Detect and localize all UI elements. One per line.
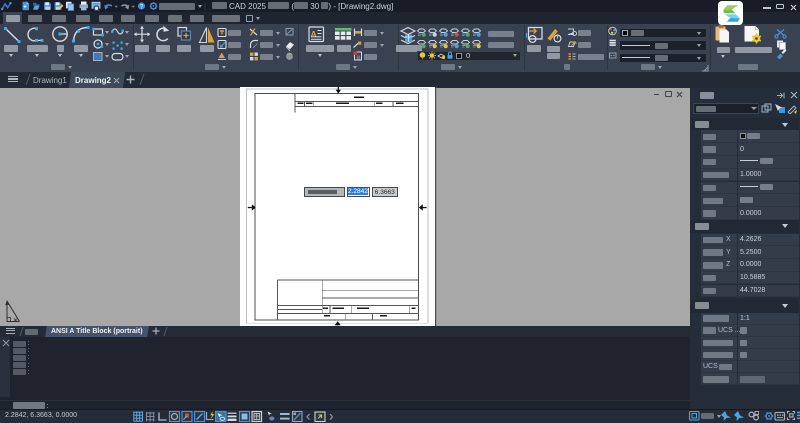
svg-text:B: B — [357, 56, 361, 62]
svg-text:?: ? — [140, 4, 144, 11]
svg-text:A: A — [311, 29, 317, 39]
